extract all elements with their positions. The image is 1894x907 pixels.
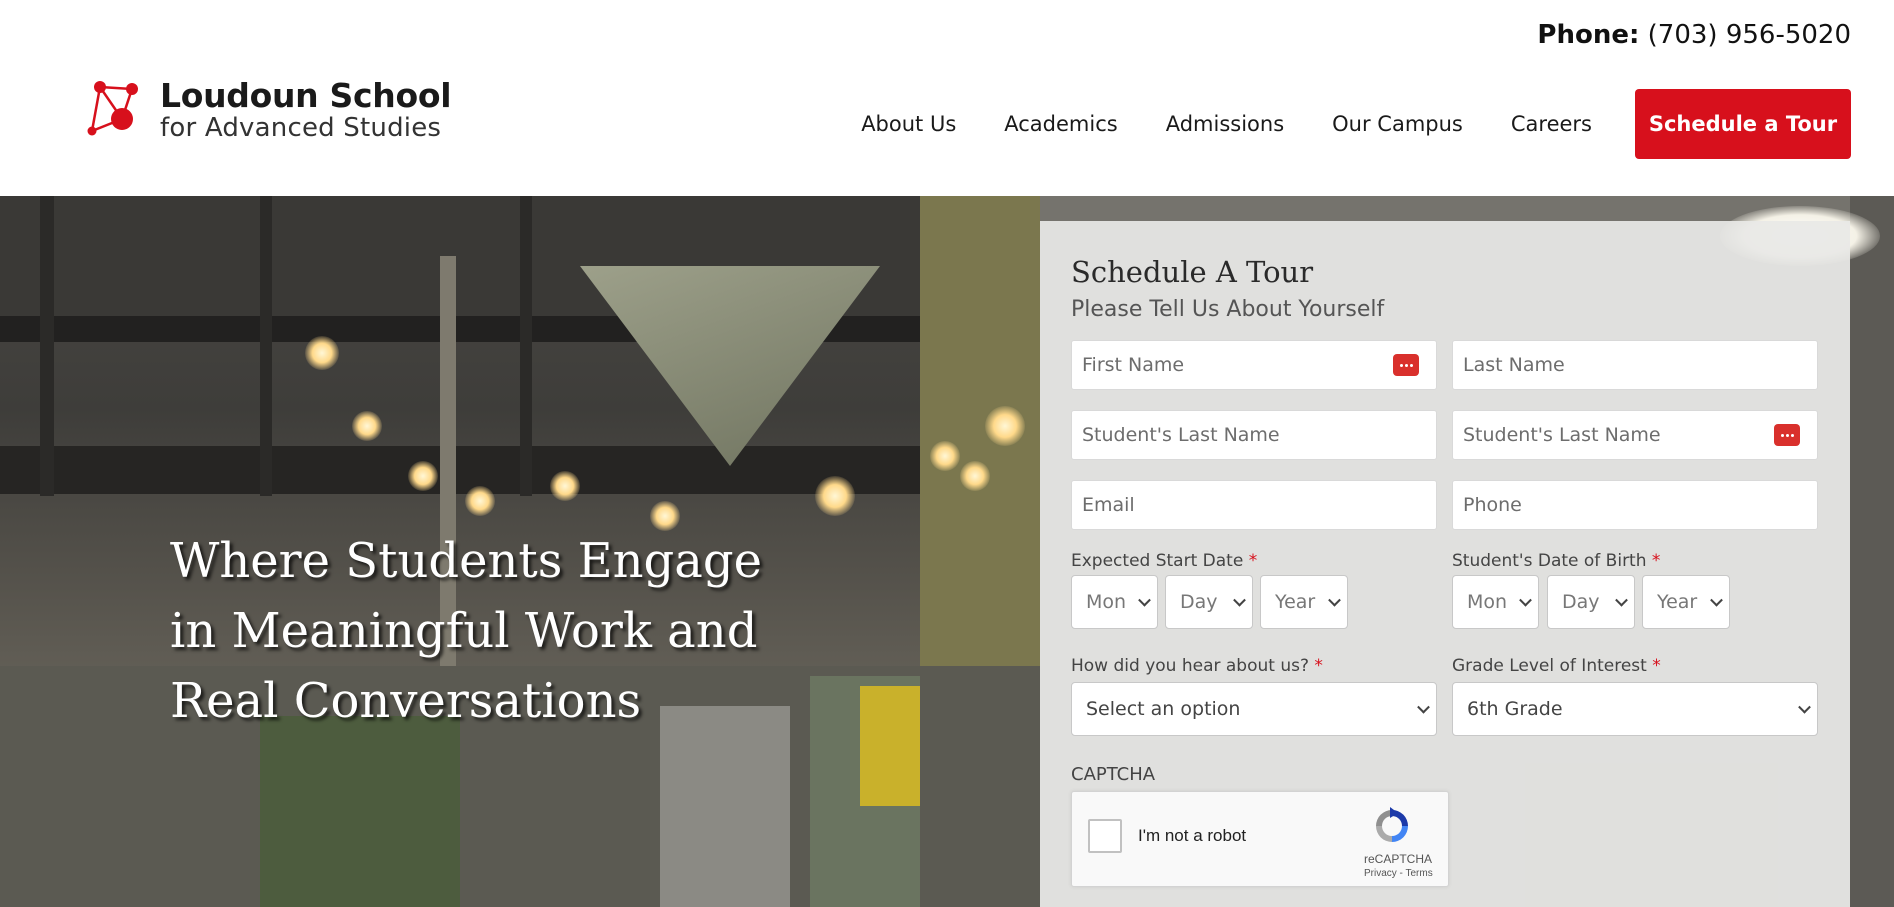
headline-line-1: Where Students Engage [170,533,763,589]
nav-academics[interactable]: Academics [1004,112,1117,136]
headline-line-3: Real Conversations [170,673,642,729]
last-name-field[interactable] [1452,340,1818,390]
recaptcha-privacy-terms[interactable]: Privacy - Terms [1364,868,1433,879]
chevron-down-icon [1138,593,1151,607]
schedule-tour-form: Schedule A Tour Please Tell Us About You… [1040,221,1850,907]
headline-line-2: in Meaningful Work and [170,603,758,659]
logo-tagline: for Advanced Studies [160,113,442,143]
start-day-select[interactable]: Day [1165,575,1253,629]
nav-our-campus[interactable]: Our Campus [1332,112,1463,136]
schedule-tour-button[interactable]: Schedule a Tour [1635,89,1851,159]
nav-admissions[interactable]: Admissions [1166,112,1284,136]
chevron-down-icon [1710,593,1723,607]
header-phone[interactable]: Phone: (703) 956-5020 [1537,20,1851,50]
captcha-checkbox[interactable] [1088,819,1122,853]
dob-month-select[interactable]: Mon [1452,575,1539,629]
start-year-select[interactable]: Year [1260,575,1348,629]
site-header: Phone: (703) 956-5020 Loudoun School for… [0,0,1894,196]
required-asterisk: * [1652,656,1661,676]
student-first-name-field[interactable] [1071,410,1437,460]
phone-label: Phone: [1537,20,1640,50]
form-title: Schedule A Tour [1071,255,1314,289]
dob-year-select[interactable]: Year [1642,575,1730,629]
start-month-select[interactable]: Mon [1071,575,1158,629]
chevron-down-icon [1615,593,1628,607]
main-nav: About Us Academics Admissions Our Campus… [861,89,1851,159]
password-manager-icon[interactable] [1393,354,1419,376]
dob-label: Student's Date of Birth * [1452,551,1661,571]
chevron-down-icon [1328,593,1341,607]
required-asterisk: * [1651,551,1661,571]
phone-field[interactable] [1452,480,1818,530]
form-subtitle: Please Tell Us About Yourself [1071,297,1385,322]
captcha-label: CAPTCHA [1071,764,1156,785]
chevron-down-icon [1519,593,1532,607]
password-manager-icon[interactable] [1774,424,1800,446]
molecule-logo-icon [87,81,138,136]
required-asterisk: * [1248,551,1258,571]
nav-careers[interactable]: Careers [1511,112,1592,136]
logo-name: Loudoun School [160,76,452,115]
first-name-field[interactable] [1071,340,1437,390]
site-logo[interactable]: Loudoun School for Advanced Studies [86,76,452,143]
email-field[interactable] [1071,480,1437,530]
hero-headline: Where Students Engage in Meaningful Work… [170,526,810,736]
nav-about-us[interactable]: About Us [861,112,956,136]
hear-about-label: How did you hear about us? * [1071,656,1323,676]
captcha-text: I'm not a robot [1138,826,1247,845]
required-asterisk: * [1314,656,1323,676]
chevron-down-icon [1233,593,1246,607]
phone-number[interactable]: (703) 956-5020 [1648,20,1851,50]
start-date-label: Expected Start Date * [1071,551,1258,571]
grade-level-select[interactable]: 6th Grade [1452,682,1818,736]
hear-about-select[interactable]: Select an option [1071,682,1437,736]
student-last-name-field[interactable] [1452,410,1818,460]
recaptcha-widget: I'm not a robot reCAPTCHA Privacy - Term… [1071,791,1449,887]
grade-level-label: Grade Level of Interest * [1452,656,1661,676]
dob-day-select[interactable]: Day [1547,575,1635,629]
chevron-down-icon [1417,700,1430,714]
recaptcha-name: reCAPTCHA [1364,852,1433,866]
chevron-down-icon [1798,700,1811,714]
recaptcha-logo-icon [1376,807,1408,842]
